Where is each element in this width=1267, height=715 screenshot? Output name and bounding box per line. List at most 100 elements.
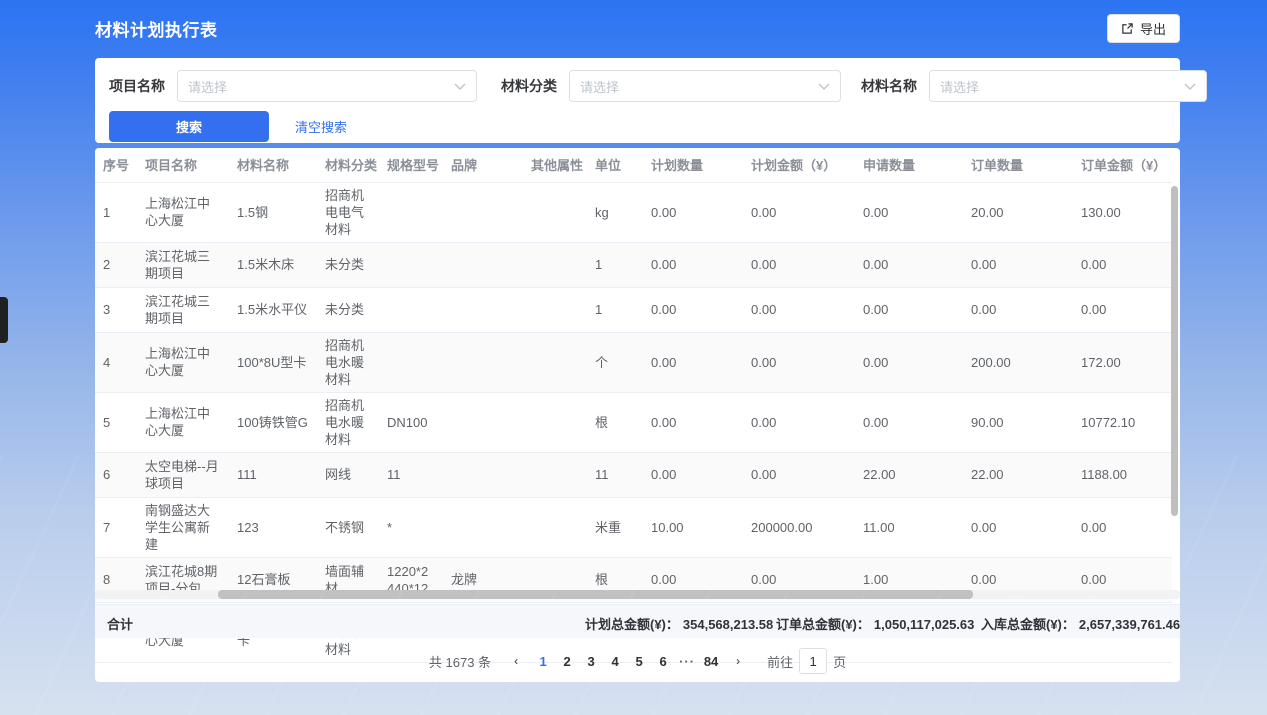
- table-cell: [523, 497, 587, 557]
- goto-suffix: 页: [833, 652, 846, 671]
- table-cell: 2: [95, 242, 137, 287]
- summary-label: 合计: [107, 614, 133, 633]
- column-header: 其他属性: [523, 148, 587, 182]
- page-number[interactable]: 6: [651, 650, 675, 673]
- page-number[interactable]: 1: [531, 650, 555, 673]
- select-placeholder: 请选择: [580, 77, 619, 96]
- table-cell: 0.00: [643, 182, 743, 242]
- table-cell: [379, 332, 443, 392]
- table-cell: [523, 287, 587, 332]
- drawer-handle[interactable]: [0, 297, 8, 343]
- project-name-select[interactable]: 请选择: [177, 70, 477, 102]
- results-table-panel: 序号项目名称材料名称材料分类规格型号品牌其他属性单位计划数量计划金额（¥）申请数…: [95, 148, 1180, 682]
- table-row: 1上海松江中心大厦1.5钢招商机电电气材料kg0.000.000.0020.00…: [95, 182, 1172, 242]
- column-header: 单位: [587, 148, 643, 182]
- column-header: 品牌: [443, 148, 523, 182]
- table-cell: 0.00: [743, 182, 855, 242]
- material-name-select[interactable]: 请选择: [929, 70, 1207, 102]
- table-cell: 22.00: [963, 452, 1073, 497]
- table-cell: 0.00: [855, 332, 963, 392]
- table-cell: 10772.10: [1073, 392, 1172, 452]
- table-cell: 0.00: [643, 242, 743, 287]
- summary-item: 计划总金额(¥)：354,568,213.58: [585, 614, 773, 633]
- summary-item: 订单总金额(¥)：1,050,117,025.63: [776, 614, 974, 633]
- page-number[interactable]: 84: [699, 650, 723, 673]
- table-cell: 0.00: [855, 287, 963, 332]
- search-button[interactable]: 搜索: [109, 111, 269, 142]
- table-cell: [443, 182, 523, 242]
- column-header: 材料分类: [317, 148, 379, 182]
- table-cell: 11: [379, 452, 443, 497]
- horizontal-scrollbar-thumb[interactable]: [218, 590, 973, 599]
- column-header: 项目名称: [137, 148, 229, 182]
- export-button[interactable]: 导出: [1107, 14, 1180, 43]
- column-header: 计划数量: [643, 148, 743, 182]
- table-cell: 0.00: [643, 392, 743, 452]
- column-header: 订单数量: [963, 148, 1073, 182]
- next-page-button[interactable]: ›: [727, 654, 749, 668]
- table-cell: 0.00: [643, 332, 743, 392]
- table-cell: [443, 392, 523, 452]
- table-cell: [523, 332, 587, 392]
- table-cell: 11: [587, 452, 643, 497]
- table-cell: 4: [95, 332, 137, 392]
- table-cell: 南钢盛达大学生公寓新建: [137, 497, 229, 557]
- goto-label: 前往: [767, 652, 793, 671]
- page-number[interactable]: 3: [579, 650, 603, 673]
- page-number[interactable]: 5: [627, 650, 651, 673]
- summary-item-label: 订单总金额(¥)：: [776, 617, 870, 632]
- filter-label: 材料分类: [501, 76, 557, 96]
- goto-page: 前往 页: [767, 648, 846, 674]
- filter-label: 材料名称: [861, 76, 917, 96]
- material-category-select[interactable]: 请选择: [569, 70, 841, 102]
- table-cell: [443, 497, 523, 557]
- table-cell: 0.00: [963, 242, 1073, 287]
- table-cell: [443, 287, 523, 332]
- table-cell: 太空电梯--月球项目: [137, 452, 229, 497]
- table-cell: 0.00: [963, 287, 1073, 332]
- table-cell: DN100: [379, 392, 443, 452]
- table-cell: 0.00: [643, 287, 743, 332]
- table-cell: 1: [95, 182, 137, 242]
- table-row: 3滨江花城三期项目1.5米水平仪未分类10.000.000.000.000.00: [95, 287, 1172, 332]
- prev-page-button[interactable]: ‹: [505, 654, 527, 668]
- page-number[interactable]: 2: [555, 650, 579, 673]
- table-cell: 不锈钢: [317, 497, 379, 557]
- filter-material-name: 材料名称 请选择: [861, 70, 1207, 102]
- table-cell: 上海松江中心大厦: [137, 182, 229, 242]
- table-cell: 130.00: [1073, 182, 1172, 242]
- table-cell: [523, 242, 587, 287]
- column-header: 规格型号: [379, 148, 443, 182]
- table-cell: 0.00: [963, 497, 1073, 557]
- table-cell: 0.00: [855, 392, 963, 452]
- table-cell: 1188.00: [1073, 452, 1172, 497]
- chevron-down-icon: [818, 77, 830, 95]
- filter-project-name: 项目名称 请选择: [109, 70, 477, 102]
- table-cell: 0.00: [743, 242, 855, 287]
- horizontal-scrollbar-track[interactable]: [95, 590, 1180, 599]
- goto-page-input[interactable]: [799, 648, 827, 674]
- table-cell: kg: [587, 182, 643, 242]
- table-cell: 123: [229, 497, 317, 557]
- table-cell: *: [379, 497, 443, 557]
- table-cell: [379, 242, 443, 287]
- table-cell: [523, 392, 587, 452]
- table-cell: 1: [587, 242, 643, 287]
- table-cell: 100*8U型卡: [229, 332, 317, 392]
- table-cell: 100铸铁管G: [229, 392, 317, 452]
- table-cell: 上海松江中心大厦: [137, 392, 229, 452]
- clear-search-link[interactable]: 清空搜索: [295, 117, 347, 136]
- table-cell: 招商机电水暖材料: [317, 392, 379, 452]
- table-cell: 11.00: [855, 497, 963, 557]
- table-cell: 0.00: [1073, 242, 1172, 287]
- table-header-row: 序号项目名称材料名称材料分类规格型号品牌其他属性单位计划数量计划金额（¥）申请数…: [95, 148, 1172, 182]
- table-cell: 0.00: [743, 332, 855, 392]
- table-cell: 200.00: [963, 332, 1073, 392]
- table-cell: 3: [95, 287, 137, 332]
- table-cell: 滨江花城三期项目: [137, 287, 229, 332]
- vertical-scrollbar[interactable]: [1171, 186, 1178, 516]
- table-cell: 0.00: [855, 242, 963, 287]
- table-cell: [443, 452, 523, 497]
- page-number[interactable]: 4: [603, 650, 627, 673]
- table-cell: 根: [587, 392, 643, 452]
